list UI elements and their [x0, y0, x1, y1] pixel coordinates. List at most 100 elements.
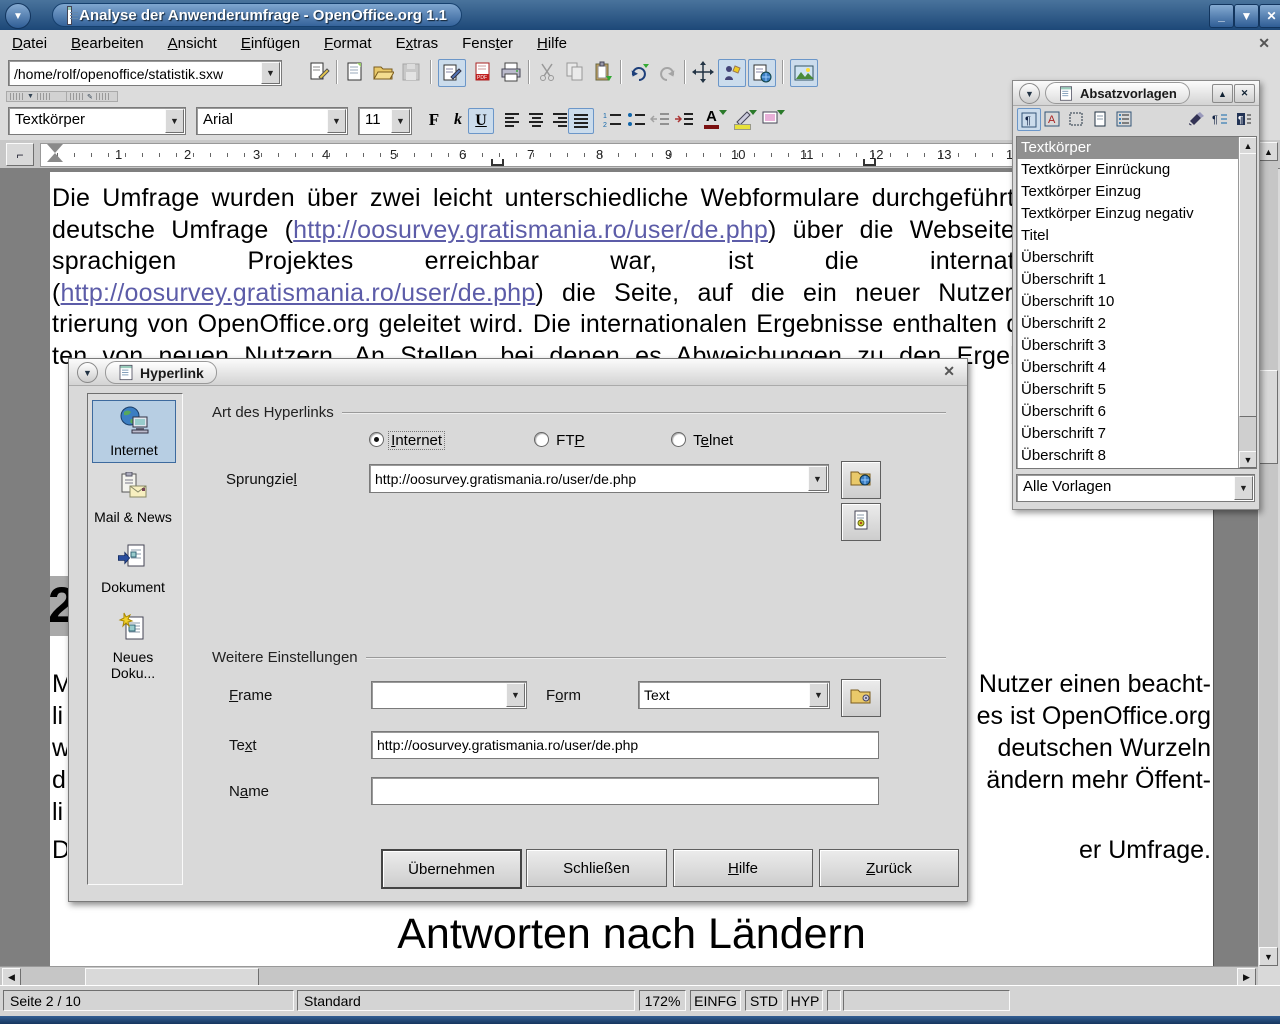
- style-dropdown-arrow[interactable]: ▼: [165, 109, 184, 133]
- style-list[interactable]: Textkörper Textkörper Einrückung Textkör…: [1016, 136, 1257, 469]
- status-zoom[interactable]: 172%: [639, 990, 686, 1011]
- stylist-close-button[interactable]: ✕: [1234, 84, 1255, 103]
- redo-icon[interactable]: [654, 59, 680, 85]
- target-input[interactable]: [370, 465, 810, 492]
- apply-button[interactable]: Übernehmen: [381, 849, 522, 889]
- close-document-icon[interactable]: ✕: [1258, 35, 1270, 52]
- font-color-icon[interactable]: A: [700, 108, 726, 132]
- category-internet[interactable]: Internet: [92, 400, 176, 463]
- menu-datei[interactable]: Datei: [0, 32, 59, 55]
- fill-format-icon[interactable]: [1185, 108, 1207, 129]
- online-layout-icon[interactable]: [748, 59, 776, 87]
- font-dropdown-arrow[interactable]: ▼: [327, 109, 346, 133]
- open-icon[interactable]: [370, 59, 396, 85]
- edit-mode-icon[interactable]: [438, 59, 466, 87]
- style-item[interactable]: Textkörper Einrückung: [1017, 159, 1256, 181]
- direct-cursor-icon[interactable]: [690, 59, 716, 85]
- style-item[interactable]: Überschrift 7: [1017, 423, 1256, 445]
- hyperlink-text[interactable]: http://oosurvey.gratismania.ro/user/de.p…: [293, 216, 768, 244]
- style-item[interactable]: Textkörper Einzug negativ: [1017, 203, 1256, 225]
- category-mail-news[interactable]: Mail & News: [92, 472, 174, 525]
- help-button[interactable]: Hilfe: [673, 849, 813, 887]
- menu-ansicht[interactable]: Ansicht: [156, 32, 229, 55]
- bullet-list-icon[interactable]: [624, 108, 648, 132]
- scroll-down-button[interactable]: ▼: [1239, 451, 1257, 468]
- stylist-titlebar[interactable]: ▼ Absatzvorlagen ▲ ✕: [1013, 81, 1259, 106]
- target-in-document-button[interactable]: [841, 503, 881, 541]
- scroll-left-button[interactable]: ◀: [2, 968, 21, 986]
- form-dropdown-arrow[interactable]: ▼: [809, 683, 828, 707]
- style-item[interactable]: Überschrift 10: [1017, 291, 1256, 313]
- horizontal-scroll-thumb[interactable]: [85, 968, 259, 986]
- bold-icon[interactable]: F: [422, 108, 446, 132]
- filter-dropdown-arrow[interactable]: ▼: [1234, 476, 1253, 500]
- style-item-selected[interactable]: Textkörper: [1017, 137, 1256, 159]
- horizontal-scrollbar[interactable]: ◀ ▶: [0, 966, 1258, 986]
- hyperlink-text[interactable]: http://oosurvey.gratismania.ro/user/de.p…: [61, 279, 536, 307]
- italic-icon[interactable]: k: [446, 108, 470, 132]
- www-browser-button[interactable]: [841, 461, 881, 499]
- frame-styles-icon[interactable]: [1065, 108, 1087, 129]
- hyperlink-bar-icon[interactable]: [718, 59, 746, 87]
- style-list-scrollbar[interactable]: ▲ ▼: [1238, 137, 1256, 468]
- toolbar-stub-tools[interactable]: ✎: [66, 91, 118, 102]
- text-input[interactable]: [371, 731, 879, 759]
- scroll-down-button[interactable]: ▼: [1259, 947, 1278, 966]
- print-icon[interactable]: [498, 59, 524, 85]
- maximize-button[interactable]: ▼: [1234, 4, 1259, 28]
- category-dokument[interactable]: Dokument: [92, 542, 174, 595]
- underline-icon[interactable]: U: [468, 108, 494, 134]
- size-dropdown-arrow[interactable]: ▼: [391, 109, 410, 133]
- style-item[interactable]: Überschrift 6: [1017, 401, 1256, 423]
- radio-telnet[interactable]: Telnet: [671, 432, 736, 449]
- scroll-right-button[interactable]: ▶: [1237, 968, 1256, 986]
- url-dropdown-arrow[interactable]: ▼: [261, 62, 280, 84]
- style-item[interactable]: Überschrift 4: [1017, 357, 1256, 379]
- menu-extras[interactable]: Extras: [384, 32, 451, 55]
- menu-format[interactable]: Format: [312, 32, 384, 55]
- style-item[interactable]: Überschrift 1: [1017, 269, 1256, 291]
- frame-input[interactable]: [372, 682, 510, 708]
- status-insert-mode[interactable]: EINFG: [690, 990, 741, 1011]
- style-item[interactable]: Überschrift 2: [1017, 313, 1256, 335]
- paragraph-styles-icon[interactable]: ¶: [1017, 108, 1041, 131]
- stylist-rollup-button[interactable]: ▲: [1212, 84, 1233, 103]
- indent-marker[interactable]: [47, 144, 63, 162]
- toolbar-stub-handle[interactable]: ▼: [6, 91, 68, 102]
- style-scroll-thumb[interactable]: [1239, 153, 1257, 417]
- paste-icon[interactable]: [590, 59, 616, 85]
- edit-file-icon[interactable]: [306, 59, 332, 85]
- page-styles-icon[interactable]: [1089, 108, 1111, 129]
- paragraph-style-combo[interactable]: Textkörper ▼: [8, 107, 186, 135]
- menu-hilfe[interactable]: Hilfe: [525, 32, 579, 55]
- target-dropdown-arrow[interactable]: ▼: [808, 466, 827, 491]
- copy-icon[interactable]: [562, 59, 588, 85]
- highlight-icon[interactable]: [730, 108, 756, 132]
- style-filter-combo[interactable]: Alle Vorlagen ▼: [1016, 474, 1255, 502]
- target-combo[interactable]: ▼: [369, 464, 829, 493]
- align-left-icon[interactable]: [500, 108, 524, 132]
- new-style-from-selection-icon[interactable]: ¶: [1209, 108, 1231, 129]
- status-hyperlink-mode[interactable]: HYP: [787, 990, 823, 1011]
- scroll-up-button[interactable]: ▲: [1259, 142, 1278, 161]
- tab-type-button[interactable]: ⌐: [6, 143, 34, 166]
- character-styles-icon[interactable]: A: [1041, 108, 1063, 129]
- style-item[interactable]: Textkörper Einzug: [1017, 181, 1256, 203]
- back-button[interactable]: Zurück: [819, 849, 959, 887]
- menu-fenster[interactable]: Fenster: [450, 32, 525, 55]
- style-item[interactable]: Titel: [1017, 225, 1256, 247]
- name-input[interactable]: [371, 777, 879, 805]
- vertical-scroll-thumb[interactable]: [1259, 370, 1278, 464]
- scroll-up-button[interactable]: ▲: [1239, 137, 1257, 154]
- align-center-icon[interactable]: [524, 108, 548, 132]
- url-field[interactable]: ▼: [8, 60, 282, 86]
- export-pdf-icon[interactable]: PDF: [470, 59, 496, 85]
- update-style-icon[interactable]: ¶: [1233, 108, 1255, 129]
- increase-indent-icon[interactable]: [672, 108, 696, 132]
- numbered-list-icon[interactable]: 12: [600, 108, 624, 132]
- frame-combo[interactable]: ▼: [371, 681, 527, 709]
- close-button[interactable]: ✕: [1259, 4, 1280, 28]
- decrease-indent-icon[interactable]: [648, 108, 672, 132]
- close-dialog-button[interactable]: Schließen: [526, 849, 667, 887]
- paragraph-background-icon[interactable]: [758, 108, 784, 132]
